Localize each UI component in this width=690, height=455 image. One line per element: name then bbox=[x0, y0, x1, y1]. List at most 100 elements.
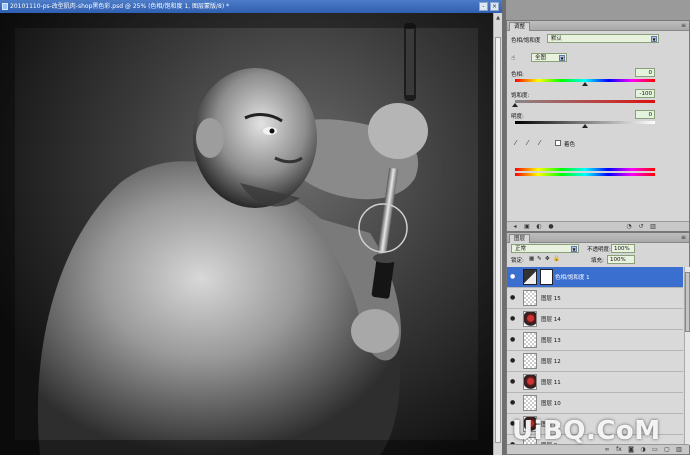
layer-visibility-eye-icon[interactable]: ● bbox=[510, 358, 517, 364]
delete-adjustment-icon[interactable]: ▥ bbox=[649, 223, 657, 230]
document-title: 20101110-ps-改型肌肉-shop黑色彩.psd @ 25% (色相/饱… bbox=[10, 3, 230, 10]
eyedropper-minus-icon[interactable]: ⁄ bbox=[539, 139, 547, 147]
channel-select[interactable]: 全图 ▼ bbox=[531, 53, 567, 62]
panel-menu-icon[interactable]: ≡ bbox=[681, 22, 686, 30]
opacity-input[interactable]: 100% bbox=[611, 244, 635, 253]
chevron-down-icon: ▼ bbox=[571, 246, 577, 252]
layer-thumbnail[interactable] bbox=[523, 395, 537, 411]
add-mask-icon[interactable]: ◙ bbox=[627, 446, 635, 453]
preset-label: 色相/饱和度 bbox=[511, 38, 541, 44]
saturation-input[interactable]: -100 bbox=[635, 89, 655, 98]
eyedropper-icon[interactable]: ⁄ bbox=[515, 139, 523, 147]
layer-name: 图层 12 bbox=[541, 359, 561, 365]
new-adjustment-icon[interactable]: ◑ bbox=[639, 446, 647, 453]
lock-transparent-icon[interactable]: ▦ bbox=[529, 256, 534, 262]
layer-thumbnail[interactable] bbox=[523, 290, 537, 306]
layer-row[interactable]: ● 色相/饱和度 1 bbox=[507, 267, 683, 288]
document-vertical-scrollbar[interactable]: ▲ bbox=[493, 13, 502, 455]
layer-visibility-eye-icon[interactable]: ● bbox=[510, 400, 517, 406]
close-button[interactable]: × bbox=[490, 2, 499, 11]
link-layers-icon[interactable]: ∞ bbox=[603, 446, 611, 453]
adjustments-tab-bar: 调整 ≡ bbox=[507, 21, 689, 31]
layer-row[interactable]: ● 图层 11 bbox=[507, 372, 683, 393]
channel-value: 全图 bbox=[535, 55, 547, 61]
layers-tab-bar: 图层 ≡ bbox=[507, 233, 689, 243]
document-title-bar[interactable]: 20101110-ps-改型肌肉-shop黑色彩.psd @ 25% (色相/饱… bbox=[0, 0, 502, 13]
output-color-bar bbox=[515, 173, 655, 176]
clip-layer-icon[interactable]: ◐ bbox=[535, 223, 543, 230]
muscleman-artwork bbox=[0, 13, 493, 455]
eyedropper-plus-icon[interactable]: ⁄ bbox=[527, 139, 535, 147]
visibility-eye-icon[interactable]: ● bbox=[547, 223, 555, 230]
layer-name: 图层 10 bbox=[541, 401, 561, 407]
layer-row[interactable]: ● 图层 10 bbox=[507, 393, 683, 414]
layer-mask-thumbnail[interactable] bbox=[540, 269, 553, 285]
canvas-image[interactable] bbox=[0, 13, 493, 455]
scroll-thumb[interactable] bbox=[495, 37, 501, 443]
lightness-input[interactable]: 0 bbox=[635, 110, 655, 119]
panel-dock: 调整 ≡ 色相/饱和度 默认 ▼ ☝ 全图 ▼ 色相: 0 饱和度: -100 … bbox=[506, 0, 690, 455]
layer-row[interactable]: ● 图层 15 bbox=[507, 288, 683, 309]
minimize-button[interactable]: - bbox=[479, 2, 488, 11]
adjustment-layer-icon[interactable] bbox=[523, 269, 537, 285]
view-previous-icon[interactable]: ◔ bbox=[625, 223, 633, 230]
fill-value: 100% bbox=[610, 257, 626, 263]
layer-thumbnail[interactable] bbox=[523, 374, 537, 390]
tab-layers[interactable]: 图层 bbox=[509, 234, 531, 243]
chevron-down-icon: ▼ bbox=[559, 55, 565, 61]
return-to-list-icon[interactable]: ◂ bbox=[511, 223, 519, 230]
layer-thumbnail[interactable] bbox=[523, 353, 537, 369]
layer-row[interactable]: ● 图层 13 bbox=[507, 330, 683, 351]
lock-paint-icon[interactable]: ✎ bbox=[537, 256, 542, 262]
layers-scrollbar[interactable] bbox=[684, 267, 690, 445]
saturation-label: 饱和度: bbox=[511, 93, 530, 99]
adjustments-footer: ◂ ▣ ◐ ● ◔ ↺ ▥ bbox=[507, 221, 689, 231]
layer-name: 图层 13 bbox=[541, 338, 561, 344]
preset-select[interactable]: 默认 ▼ bbox=[547, 34, 659, 43]
layer-row[interactable]: ● 图层 14 bbox=[507, 309, 683, 330]
reset-icon[interactable]: ↺ bbox=[637, 223, 645, 230]
tab-adjustments[interactable]: 调整 bbox=[509, 22, 531, 31]
layer-name: 色相/饱和度 1 bbox=[555, 275, 590, 281]
fill-input[interactable]: 100% bbox=[607, 255, 635, 264]
document-window: 20101110-ps-改型肌肉-shop黑色彩.psd @ 25% (色相/饱… bbox=[0, 0, 502, 455]
lightness-slider-knob[interactable] bbox=[582, 124, 588, 128]
layer-visibility-eye-icon[interactable]: ● bbox=[510, 337, 517, 343]
adjustments-panel: 调整 ≡ 色相/饱和度 默认 ▼ ☝ 全图 ▼ 色相: 0 饱和度: -100 … bbox=[506, 20, 690, 232]
lock-all-icon[interactable]: 🔒 bbox=[553, 256, 560, 262]
fill-label: 填充: bbox=[591, 258, 604, 264]
new-group-icon[interactable]: ▭ bbox=[651, 446, 659, 453]
layer-name: 图层 11 bbox=[541, 380, 561, 386]
layer-name: 图层 15 bbox=[541, 296, 561, 302]
layer-thumbnail[interactable] bbox=[523, 311, 537, 327]
new-layer-icon[interactable]: ▢ bbox=[663, 446, 671, 453]
hue-label: 色相: bbox=[511, 72, 524, 78]
lightness-label: 明度: bbox=[511, 114, 524, 120]
layer-visibility-eye-icon[interactable]: ● bbox=[510, 316, 517, 322]
blend-mode-value: 正常 bbox=[515, 246, 527, 252]
opacity-value: 100% bbox=[614, 246, 630, 252]
hue-input[interactable]: 0 bbox=[635, 68, 655, 77]
panel-menu-icon[interactable]: ≡ bbox=[681, 234, 686, 242]
colorize-checkbox[interactable] bbox=[555, 140, 561, 146]
input-color-bar bbox=[515, 168, 655, 171]
ps-document-icon bbox=[2, 3, 8, 10]
layer-thumbnail[interactable] bbox=[523, 332, 537, 348]
scroll-up-arrow-icon[interactable]: ▲ bbox=[495, 14, 501, 22]
layer-style-icon[interactable]: fx bbox=[615, 446, 623, 453]
delete-layer-icon[interactable]: ▥ bbox=[675, 446, 683, 453]
layer-visibility-eye-icon[interactable]: ● bbox=[510, 295, 517, 301]
saturation-slider-knob[interactable] bbox=[512, 103, 518, 107]
saturation-slider-track[interactable] bbox=[515, 100, 655, 103]
lock-move-icon[interactable]: ✥ bbox=[545, 256, 550, 262]
layer-visibility-eye-icon[interactable]: ● bbox=[510, 379, 517, 385]
opacity-label: 不透明度: bbox=[587, 247, 611, 253]
hue-slider-knob[interactable] bbox=[582, 82, 588, 86]
layers-scroll-thumb[interactable] bbox=[685, 272, 690, 332]
blend-mode-select[interactable]: 正常 ▼ bbox=[511, 244, 579, 253]
lock-label: 锁定: bbox=[511, 258, 524, 264]
layer-row[interactable]: ● 图层 12 bbox=[507, 351, 683, 372]
expand-view-icon[interactable]: ▣ bbox=[523, 223, 531, 230]
hand-target-icon[interactable]: ☝ bbox=[511, 54, 515, 62]
layer-visibility-eye-icon[interactable]: ● bbox=[510, 274, 517, 280]
